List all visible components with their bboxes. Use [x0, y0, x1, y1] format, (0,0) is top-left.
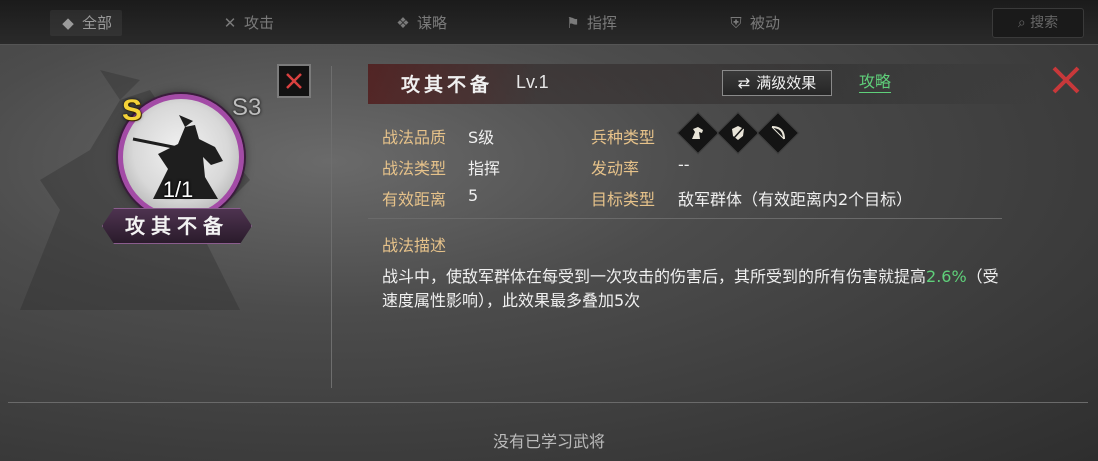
- passive-icon: ⛨: [730, 14, 742, 32]
- search-icon: ⌕: [1017, 15, 1026, 31]
- grade-badge: S: [122, 94, 143, 127]
- max-effect-label: 满级效果: [756, 74, 817, 92]
- troop-type-label: 兵种类型: [591, 128, 656, 147]
- skill-card[interactable]: S S3 1/1 攻其不备: [100, 78, 262, 248]
- close-icon[interactable]: [1050, 64, 1082, 96]
- description-text: 战斗中，使敌军群体在每受到一次攻击的伤害后，其所受到的所有伤害就提高2.6%（受…: [382, 265, 1004, 313]
- target-type-value: 敌军群体（有效距离内2个目标）: [678, 190, 913, 209]
- type-label: 战法类型: [382, 159, 447, 178]
- tab-attack[interactable]: ✕ 攻击: [222, 10, 274, 36]
- skill-count: 1/1: [162, 177, 194, 202]
- tab-label: 全部: [82, 14, 113, 32]
- swap-icon: ⇄: [737, 74, 751, 92]
- quality-value: S级: [468, 128, 495, 147]
- description-title: 战法描述: [382, 236, 447, 255]
- cavalry-icon: [676, 111, 720, 155]
- sword-icon: ✕: [223, 14, 237, 32]
- all-icon: ◆: [62, 14, 74, 32]
- no-general-message: 没有已学习武将: [492, 432, 605, 451]
- vertical-divider: [331, 66, 332, 388]
- shield-icon: [716, 111, 760, 155]
- trigger-rate-label: 发动率: [591, 159, 640, 178]
- tab-label: 谋略: [417, 14, 448, 32]
- remove-skill-button[interactable]: [277, 64, 311, 98]
- tab-passive[interactable]: ⛨ 被动: [728, 10, 780, 36]
- search-label: 搜索: [1030, 15, 1059, 31]
- tab-label: 指挥: [587, 14, 618, 32]
- tab-command[interactable]: ⚑ 指挥: [565, 10, 617, 36]
- tab-all[interactable]: ◆ 全部: [50, 10, 123, 36]
- type-value: 指挥: [468, 159, 501, 178]
- search-button[interactable]: ⌕ 搜索: [992, 8, 1084, 38]
- bow-icon: [756, 111, 800, 155]
- close-icon: [286, 73, 302, 89]
- tab-label: 攻击: [244, 14, 275, 32]
- strategy-icon: ❖: [396, 14, 410, 32]
- tab-strategy[interactable]: ❖ 谋略: [395, 10, 447, 36]
- command-icon: ⚑: [566, 14, 580, 32]
- skill-level: Lv.1: [516, 72, 549, 92]
- range-label: 有效距离: [382, 190, 447, 209]
- target-type-label: 目标类型: [591, 190, 656, 209]
- skill-title: 攻其不备: [401, 74, 494, 96]
- quality-label: 战法品质: [382, 128, 447, 147]
- top-tab-bar: ◆ 全部 ✕ 攻击 ❖ 谋略 ⚑ 指挥 ⛨ 被动 ⌕ 搜索: [0, 0, 1098, 45]
- range-value: 5: [468, 186, 479, 205]
- info-divider: [368, 218, 1002, 219]
- tab-label: 被动: [750, 14, 781, 32]
- description-highlight: 2.6%: [926, 267, 967, 286]
- description-part1: 战斗中，使敌军群体在每受到一次攻击的伤害后，其所受到的所有伤害就提高: [382, 267, 927, 286]
- skill-name-plate: 攻其不备: [102, 208, 252, 244]
- trigger-rate-value: --: [678, 155, 690, 174]
- max-effect-button[interactable]: ⇄ 满级效果: [722, 70, 832, 96]
- guide-link[interactable]: 攻略: [859, 72, 892, 93]
- level-badge: S3: [232, 94, 262, 121]
- bottom-divider: [8, 402, 1088, 403]
